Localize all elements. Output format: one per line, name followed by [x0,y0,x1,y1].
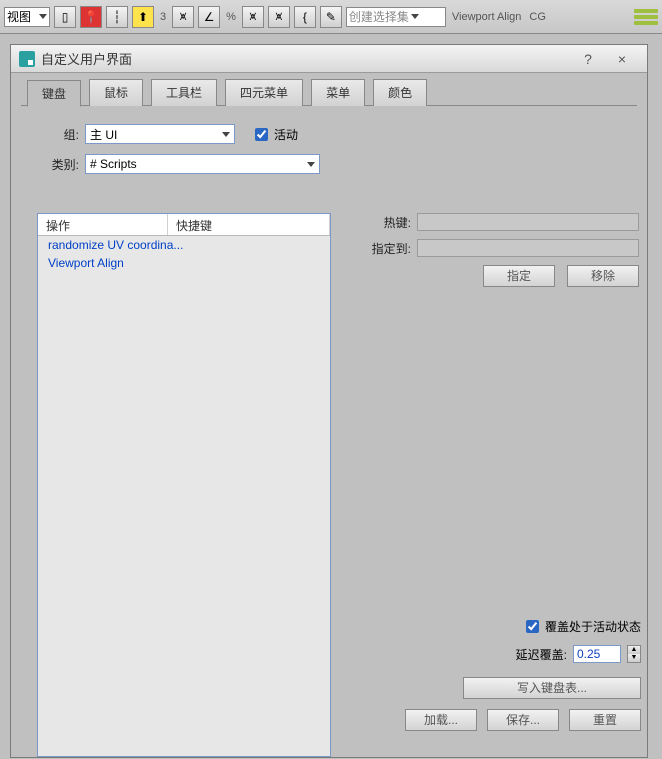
delay-spinner[interactable]: ▲▼ [627,645,641,663]
save-button[interactable]: 保存... [487,709,559,731]
load-button[interactable]: 加载... [405,709,477,731]
action-list[interactable]: 操作 快捷键 randomize UV coordina... Viewport… [37,213,331,757]
override-active-checkbox[interactable] [526,620,539,633]
app-icon [19,51,35,67]
write-keyboard-table-button[interactable]: 写入键盘表... [463,677,641,699]
dialog-body: 键盘 鼠标 工具栏 四元菜单 菜单 颜色 组: 主 UI 活动 类别: [11,73,647,759]
title-bar: 自定义用户界面 ? × [11,45,647,73]
tab-keyboard[interactable]: 键盘 [27,80,81,107]
chevron-down-icon [411,14,419,19]
delay-input[interactable] [573,645,621,663]
group-dropdown[interactable]: 主 UI [85,124,235,144]
tab-menu[interactable]: 菜单 [311,79,365,106]
tab-keyboard-label: 键盘 [42,87,66,101]
dialog-title: 自定义用户界面 [41,49,571,68]
list-item[interactable]: randomize UV coordina... [38,236,330,254]
arrow-up-icon[interactable]: ⬆ [132,6,154,28]
view-dropdown[interactable]: 视图 [4,7,50,27]
tabs: 键盘 鼠标 工具栏 四元菜单 菜单 颜色 [27,79,637,106]
tab-quad-label: 四元菜单 [240,86,288,100]
numeric-3-label: 3 [158,11,168,23]
group-value: 主 UI [90,126,117,143]
active-checkbox[interactable] [255,128,268,141]
category-label: 类别: [43,156,79,173]
main-app-toolbar: 视图 ▯ 📍 ┆ ⬆ 3 ⩙ ∠ % ⩙ ⩙ { ✎ 创建选择集 Viewpor… [0,0,662,34]
selection-set-placeholder: 创建选择集 [349,8,409,25]
hotkey-label: 热键: [351,214,411,231]
tab-mouse-label: 鼠标 [104,86,128,100]
pencil-icon[interactable]: ✎ [320,6,342,28]
tab-color[interactable]: 颜色 [373,79,427,106]
customize-ui-dialog: 自定义用户界面 ? × 键盘 鼠标 工具栏 四元菜单 菜单 颜色 组: 主 UI… [10,44,648,758]
tab-quad[interactable]: 四元菜单 [225,79,303,106]
active-checkbox-label: 活动 [274,126,298,143]
lower-right-area: 覆盖处于活动状态 延迟覆盖: ▲▼ 写入键盘表... 加载... 保存... 重… [351,618,641,741]
tab-menu-label: 菜单 [326,86,350,100]
category-value: # Scripts [90,157,137,171]
hamburger-icon[interactable] [634,5,658,29]
percent-label: % [224,11,238,23]
help-button[interactable]: ? [571,51,605,67]
angle-icon[interactable]: ∠ [198,6,220,28]
override-active-label: 覆盖处于活动状态 [545,618,641,635]
brace-icon[interactable]: { [294,6,316,28]
remove-button[interactable]: 移除 [567,265,639,287]
col-shortcut-header[interactable]: 快捷键 [168,214,330,235]
delay-label: 延迟覆盖: [516,646,567,663]
category-dropdown[interactable]: # Scripts [85,154,320,174]
toolbar-icon-1[interactable]: ▯ [54,6,76,28]
tab-mouse[interactable]: 鼠标 [89,79,143,106]
chevron-down-icon [307,162,315,167]
viewport-align-label: Viewport Align [450,11,524,23]
hierarchy-icon[interactable]: ┆ [106,6,128,28]
group-label: 组: [43,126,79,143]
spinner-up-icon[interactable]: ▲ [628,646,640,654]
close-button[interactable]: × [605,51,639,67]
col-action-header[interactable]: 操作 [38,214,168,235]
tab-toolbar[interactable]: 工具栏 [151,79,217,106]
right-area: 热键: 指定到: 指定 移除 [351,213,639,287]
tab-color-label: 颜色 [388,86,412,100]
magnet3-icon[interactable]: ⩙ [268,6,290,28]
magnet-icon[interactable]: ⩙ [172,6,194,28]
chevron-down-icon [39,14,47,19]
magnet2-icon[interactable]: ⩙ [242,6,264,28]
assign-button[interactable]: 指定 [483,265,555,287]
spinner-down-icon[interactable]: ▼ [628,654,640,662]
cg-label: CG [527,11,548,23]
hotkey-field[interactable] [417,213,639,231]
selection-set-dropdown[interactable]: 创建选择集 [346,7,446,27]
reset-button[interactable]: 重置 [569,709,641,731]
tab-toolbar-label: 工具栏 [166,86,202,100]
list-header: 操作 快捷键 [38,214,330,236]
keyboard-panel: 组: 主 UI 活动 类别: # Scripts [21,105,637,192]
chevron-down-icon [222,132,230,137]
list-item[interactable]: Viewport Align [38,254,330,272]
assigned-to-field [417,239,639,257]
view-dropdown-label: 视图 [7,8,37,25]
assigned-to-label: 指定到: [351,240,411,257]
pin-icon[interactable]: 📍 [80,6,102,28]
